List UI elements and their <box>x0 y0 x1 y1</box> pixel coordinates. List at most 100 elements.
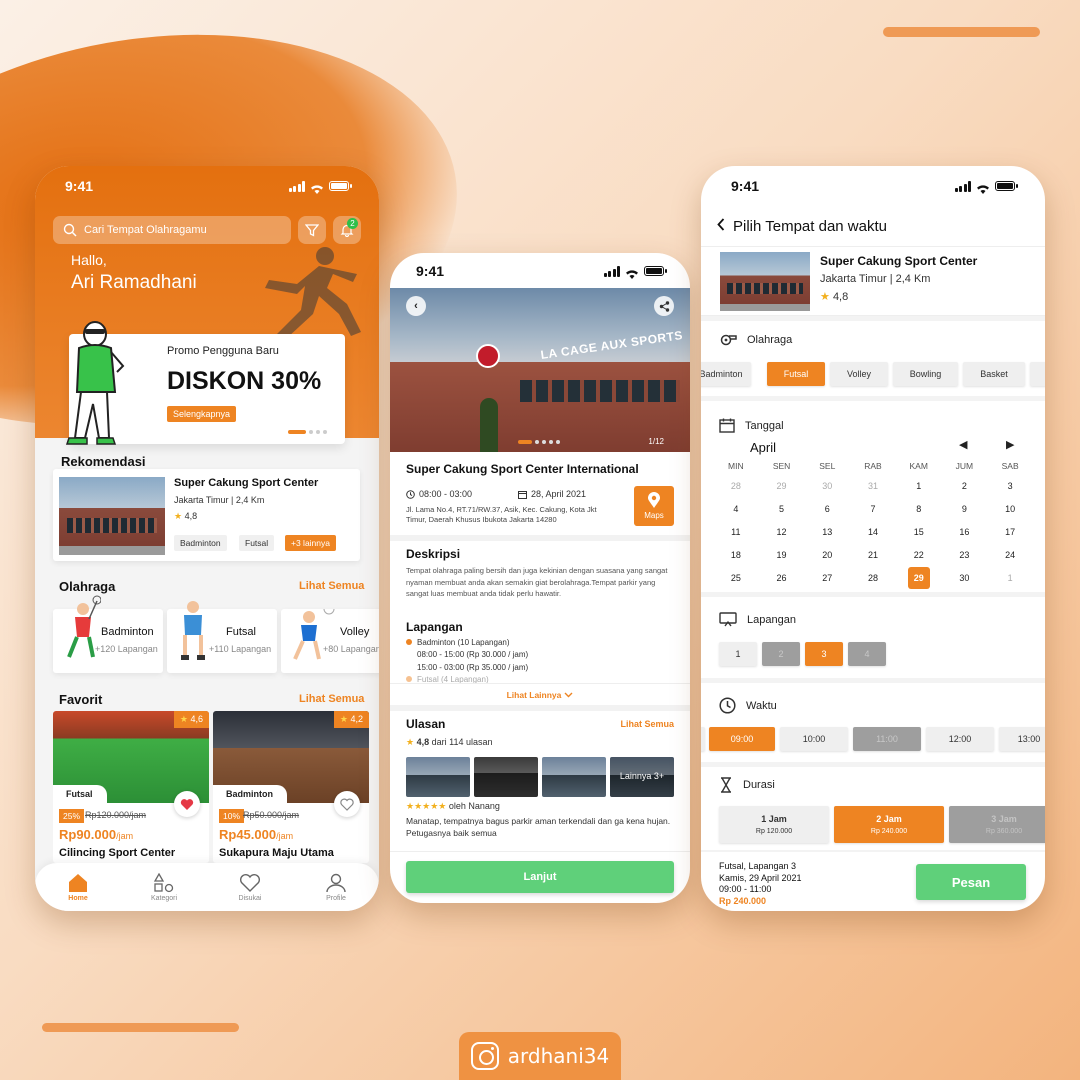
maps-button[interactable]: Maps <box>634 486 674 526</box>
sport-option-selected[interactable]: Futsal <box>767 362 825 386</box>
sport-option-partial[interactable] <box>1030 362 1045 386</box>
sport-option[interactable]: Basket <box>963 362 1025 386</box>
favorite-card[interactable]: ★ 4,6 Futsal 25% Rp120.000/jam Rp90.000/… <box>53 711 209 863</box>
duration-option[interactable]: 1 Jam Rp 120.000 <box>719 806 829 843</box>
next-button[interactable]: Lanjut <box>406 861 674 893</box>
calendar-day[interactable]: 22 <box>896 543 942 566</box>
calendar-day[interactable]: 3 <box>987 474 1033 497</box>
day-number: 29 <box>907 566 930 589</box>
star-icon: ★ <box>406 737 415 747</box>
calendar-day[interactable]: 18 <box>713 543 759 566</box>
calendar-day[interactable]: 7 <box>850 497 896 520</box>
building-windows <box>520 380 680 402</box>
sports-see-all-link[interactable]: Lihat Semua <box>299 580 364 592</box>
calendar-day-outside: 28 <box>730 480 741 491</box>
weekday-label: JUM <box>955 461 974 471</box>
calendar-day[interactable]: 14 <box>850 520 896 543</box>
notification-button[interactable]: 2 <box>333 216 361 244</box>
share-button[interactable] <box>654 296 674 316</box>
divider <box>701 592 1045 597</box>
triangle-right-icon: ▶ <box>1006 439 1015 451</box>
favorite-card[interactable]: ★ 4,2 Badminton 10% Rp50.000/jam Rp45.00… <box>213 711 369 863</box>
tab-liked[interactable]: Disukai <box>220 873 280 902</box>
tab-category[interactable]: Kategori <box>134 872 194 902</box>
promo-detail-button[interactable]: Selengkapnya <box>167 406 237 422</box>
time-option-partial[interactable] <box>701 727 705 751</box>
calendar-day[interactable]: 8 <box>896 497 942 520</box>
venue-hero-photo[interactable]: LA CAGE AUX SPORTS ‹ 1/12 <box>390 288 690 452</box>
see-more-button[interactable]: Lihat Lainnya <box>390 683 690 705</box>
review-photo[interactable] <box>542 757 606 797</box>
order-button[interactable]: Pesan <box>916 864 1026 900</box>
calendar-day[interactable]: 2 <box>942 474 988 497</box>
tab-home[interactable]: Home <box>48 873 108 902</box>
sport-card-badminton[interactable]: Badminton +120 Lapangan <box>53 595 163 673</box>
filter-button[interactable] <box>298 216 326 244</box>
calendar-day-selected[interactable]: 29 <box>896 566 942 589</box>
calendar-day[interactable]: 30 <box>942 566 988 589</box>
sport-option[interactable]: Badminton <box>701 362 751 386</box>
court-option[interactable]: 1 <box>719 642 757 666</box>
calendar-day[interactable]: 27 <box>804 566 850 589</box>
calendar-day[interactable]: 19 <box>759 543 805 566</box>
review-photo[interactable] <box>474 757 538 797</box>
more-photos-button[interactable]: Lainnya 3+ <box>610 757 674 797</box>
calendar-day[interactable]: 4 <box>713 497 759 520</box>
calendar-day[interactable]: 5 <box>759 497 805 520</box>
sport-option[interactable]: Volley <box>830 362 888 386</box>
calendar-day[interactable]: 23 <box>942 543 988 566</box>
search-input[interactable]: Cari Tempat Olahragamu <box>53 216 291 244</box>
calendar-day[interactable]: 6 <box>804 497 850 520</box>
next-month-button[interactable]: ▶ <box>1006 438 1014 451</box>
reviews-see-all-link[interactable]: Lihat Semua <box>620 719 674 729</box>
sport-option[interactable]: Bowling <box>893 362 958 386</box>
divider <box>390 535 690 541</box>
time-section-title: Waktu <box>719 697 777 714</box>
venue-photo <box>720 252 810 311</box>
calendar-day[interactable]: 28 <box>850 566 896 589</box>
calendar-day[interactable]: 15 <box>896 520 942 543</box>
calendar-day[interactable]: 10 <box>987 497 1033 520</box>
calendar-day[interactable]: 16 <box>942 520 988 543</box>
time-option[interactable]: 10:00 <box>780 727 848 751</box>
time-option[interactable]: 13:00 <box>999 727 1045 751</box>
sport-card-futsal[interactable]: Futsal +110 Lapangan <box>167 601 277 673</box>
promo-banner[interactable]: Promo Pengguna Baru DISKON 30% Selengkap… <box>65 321 345 445</box>
calendar-day[interactable]: 1 <box>896 474 942 497</box>
triangle-left-icon: ◀ <box>959 439 968 451</box>
back-button[interactable]: ‹ <box>406 296 426 316</box>
back-button[interactable] <box>717 218 725 235</box>
calendar-day[interactable]: 24 <box>987 543 1033 566</box>
favorite-rating: ★ 4,6 <box>173 711 209 728</box>
calendar-day[interactable]: 25 <box>713 566 759 589</box>
calendar-day[interactable]: 26 <box>759 566 805 589</box>
like-button[interactable] <box>174 791 200 817</box>
court-option-selected[interactable]: 3 <box>805 642 843 666</box>
sport-card-volley[interactable]: Volley +80 Lapangan <box>281 609 379 673</box>
time-option[interactable]: 12:00 <box>926 727 994 751</box>
calendar-day[interactable]: 13 <box>804 520 850 543</box>
weekday-label: RAB <box>864 461 882 471</box>
like-button[interactable] <box>334 791 360 817</box>
signal-icon <box>954 180 971 192</box>
duration-option-selected[interactable]: 2 Jam Rp 240.000 <box>834 806 944 843</box>
tab-profile[interactable]: Profile <box>306 873 366 902</box>
calendar-day[interactable]: 21 <box>850 543 896 566</box>
calendar-day[interactable]: 12 <box>759 520 805 543</box>
review-photo[interactable] <box>406 757 470 797</box>
home-icon <box>69 873 87 892</box>
calendar-day[interactable]: 11 <box>713 520 759 543</box>
calendar-day[interactable]: 20 <box>804 543 850 566</box>
star-icon: ★ <box>820 291 830 303</box>
tag-more[interactable]: +3 lainnya <box>285 535 336 551</box>
recommend-card[interactable]: Super Cakung Sport Center Jakarta Timur … <box>53 469 360 561</box>
calendar-day[interactable]: 17 <box>987 520 1033 543</box>
favorites-see-all-link[interactable]: Lihat Semua <box>299 693 364 705</box>
calendar-day[interactable]: 9 <box>942 497 988 520</box>
sport-name: Futsal <box>226 626 256 638</box>
recommend-rating: ★ 4,8 <box>174 511 197 522</box>
time-option-selected[interactable]: 09:00 <box>709 727 775 751</box>
prev-month-button[interactable]: ◀ <box>959 438 967 451</box>
rating-value: 4,8 <box>416 737 430 747</box>
status-bar: 9:41 <box>701 166 1045 206</box>
